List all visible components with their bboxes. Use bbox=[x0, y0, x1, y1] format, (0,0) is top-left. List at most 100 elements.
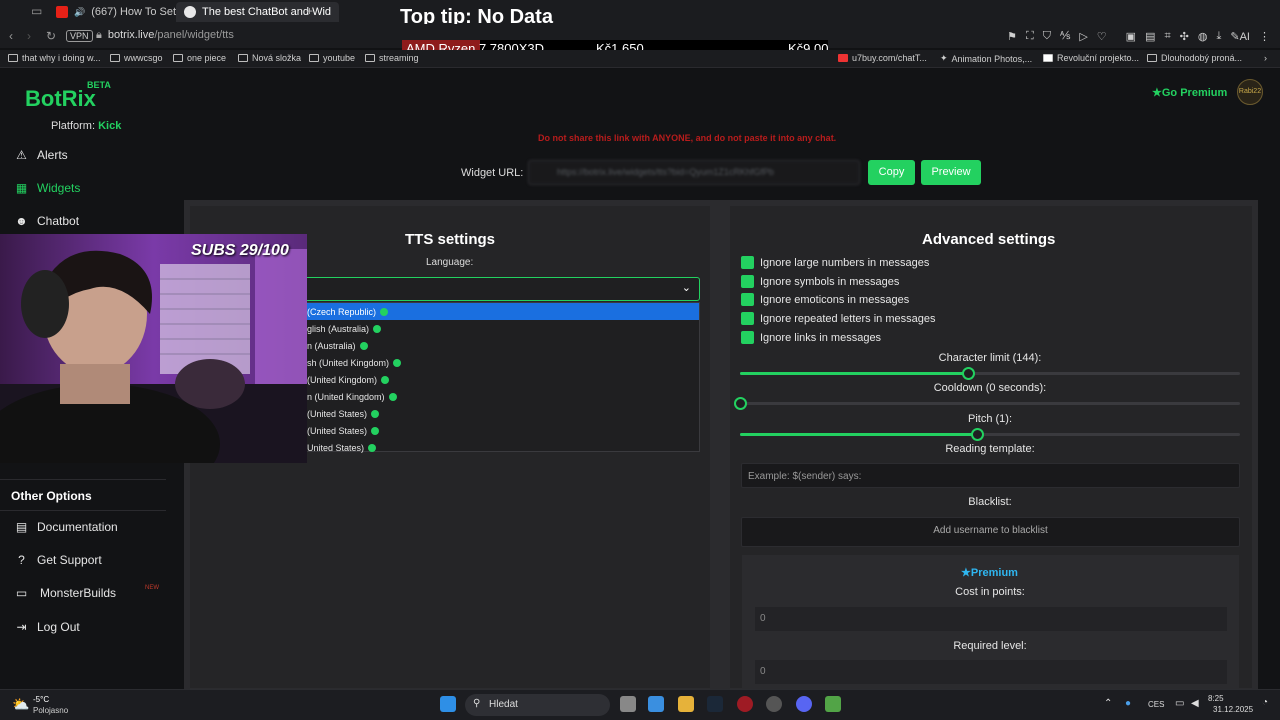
new-badge: NEW bbox=[145, 585, 159, 591]
language-option[interactable]: glish (Australia) bbox=[301, 320, 699, 337]
language-option[interactable]: n (Australia) bbox=[301, 337, 699, 354]
sidebar-item-alerts[interactable]: ⚠ Alerts bbox=[15, 148, 68, 162]
cooldown-slider[interactable] bbox=[734, 397, 1240, 410]
notification-icon[interactable]: ◔ bbox=[1262, 697, 1268, 708]
ignore-links-checkbox[interactable]: Ignore links in messages bbox=[741, 331, 881, 344]
network-icon[interactable]: ▭ bbox=[1175, 698, 1184, 709]
bookmark-item[interactable]: Nová složka bbox=[238, 53, 301, 63]
ai-icon[interactable]: ✎AI bbox=[1230, 30, 1250, 43]
language-option-label: n (Australia) bbox=[307, 340, 356, 351]
app-icon[interactable] bbox=[825, 696, 841, 712]
sidebar-item-documentation[interactable]: ▤ Documentation bbox=[15, 520, 118, 534]
sidebar-item-logout[interactable]: ⇥ Log Out bbox=[15, 620, 79, 634]
slider-thumb[interactable] bbox=[971, 428, 984, 441]
sidebar-item-monsterbuilds[interactable]: ▭ MonsterBuilds bbox=[15, 586, 116, 600]
opera-icon[interactable] bbox=[737, 696, 753, 712]
bookmark-item[interactable]: Dlouhodobý proná... bbox=[1147, 53, 1242, 63]
widget-url-field[interactable]: https://botrix.live/widgets/tts?bid=Qyum… bbox=[528, 160, 860, 185]
more-bookmarks-icon[interactable]: › bbox=[1264, 53, 1267, 63]
search-icon: ⚲ bbox=[473, 698, 481, 709]
puzzle-icon[interactable]: ✣ bbox=[1180, 30, 1189, 43]
windows-start-icon[interactable] bbox=[440, 696, 456, 712]
blacklist-input[interactable]: Add username to blacklist bbox=[741, 517, 1240, 547]
sidebar-item-widgets[interactable]: ▦ Widgets bbox=[15, 181, 81, 195]
clock-time[interactable]: 8:25 bbox=[1208, 694, 1224, 703]
vpn-badge[interactable]: VPN bbox=[66, 30, 93, 42]
bookmark-item[interactable]: that why i doing w... bbox=[8, 53, 101, 63]
clock-date[interactable]: 31.12.2025 bbox=[1213, 705, 1253, 714]
language-dropdown-list[interactable]: (Czech Republic) glish (Australia) n (Au… bbox=[300, 302, 700, 453]
webcam-overlay bbox=[0, 234, 307, 463]
go-premium-button[interactable]: ★Go Premium bbox=[1152, 86, 1227, 99]
logo[interactable]: BotRix bbox=[25, 86, 96, 112]
bookmark-item[interactable]: ✦ Animation Photos,... bbox=[940, 53, 1032, 64]
ignore-emoticons-checkbox[interactable]: Ignore emoticons in messages bbox=[741, 293, 909, 306]
reading-template-input[interactable]: Example: $(sender) says: bbox=[741, 463, 1240, 488]
folder-icon bbox=[1147, 54, 1157, 62]
task-view-icon[interactable] bbox=[620, 696, 636, 712]
bookmark-item[interactable]: Revoluční projekto... bbox=[1043, 53, 1139, 63]
reload-icon[interactable]: ↻ bbox=[46, 29, 56, 43]
bookmark-item[interactable]: streaming bbox=[365, 53, 419, 63]
language-option[interactable]: (Czech Republic) bbox=[301, 303, 699, 320]
url-field[interactable]: 🔒︎ botrix.live/panel/widget/tts bbox=[96, 29, 234, 42]
sidebar-item-chatbot[interactable]: ☻ Chatbot bbox=[15, 214, 79, 228]
weather-icon[interactable]: ⛅ bbox=[12, 696, 29, 713]
store-icon[interactable] bbox=[648, 696, 664, 712]
pitch-slider[interactable] bbox=[740, 428, 1240, 441]
preview-button[interactable]: Preview bbox=[921, 160, 981, 185]
language-option[interactable]: n (United Kingdom) bbox=[301, 388, 699, 405]
slider-thumb[interactable] bbox=[962, 367, 975, 380]
extension-icon[interactable]: ▤ bbox=[1145, 30, 1155, 43]
play-icon[interactable]: ▷ bbox=[1079, 30, 1087, 43]
heart-icon[interactable]: ♡ bbox=[1097, 30, 1107, 43]
sidebar-item-get-support[interactable]: ? Get Support bbox=[15, 553, 102, 567]
app-icon[interactable] bbox=[766, 696, 782, 712]
url-path: /panel/widget/tts bbox=[154, 29, 234, 41]
keyboard-language[interactable]: CES bbox=[1148, 700, 1164, 709]
profile-icon[interactable]: ◍ bbox=[1198, 30, 1208, 43]
chevron-up-icon[interactable]: ⌃ bbox=[1104, 698, 1112, 709]
tab-botrix[interactable]: The best ChatBot and Wid bbox=[176, 2, 340, 22]
language-option[interactable]: (United Kingdom) bbox=[301, 371, 699, 388]
forward-icon[interactable]: › bbox=[27, 29, 31, 43]
back-icon[interactable]: ‹ bbox=[9, 29, 13, 43]
cost-in-points-input[interactable]: 0 bbox=[755, 607, 1227, 631]
new-tab-button[interactable]: + bbox=[306, 4, 313, 18]
copy-button[interactable]: Copy bbox=[868, 160, 915, 185]
avatar[interactable]: Rabi22 bbox=[1237, 79, 1263, 105]
bookmark-item[interactable]: one piece bbox=[173, 53, 226, 63]
translate-icon[interactable]: ⅍ bbox=[1060, 30, 1070, 43]
ignore-large-numbers-checkbox[interactable]: Ignore large numbers in messages bbox=[741, 256, 929, 269]
menu-icon[interactable]: ⋮ bbox=[1259, 30, 1270, 43]
ignore-symbols-checkbox[interactable]: Ignore symbols in messages bbox=[741, 275, 899, 288]
premium-title-label: Premium bbox=[970, 567, 1018, 579]
language-option[interactable]: (United States) bbox=[301, 405, 699, 422]
language-option[interactable]: (United States) bbox=[301, 422, 699, 439]
microphone-icon[interactable]: ● bbox=[1125, 698, 1131, 709]
language-option[interactable]: sh (United Kingdom) bbox=[301, 354, 699, 371]
taskbar-search[interactable]: ⚲ Hledat bbox=[465, 694, 610, 716]
book-icon: ▤ bbox=[15, 520, 28, 534]
bookmark-item[interactable]: wwwcsgo bbox=[110, 53, 163, 63]
character-limit-slider[interactable] bbox=[740, 367, 1240, 380]
volume-icon[interactable]: ◀ bbox=[1191, 698, 1199, 709]
extension-icon[interactable]: ⌗ bbox=[1164, 30, 1170, 43]
discord-icon[interactable] bbox=[796, 696, 812, 712]
bookmark-item[interactable]: youtube bbox=[309, 53, 355, 63]
extension-icon[interactable]: ▣ bbox=[1126, 30, 1136, 43]
steam-icon[interactable] bbox=[707, 696, 723, 712]
screenshot-icon[interactable]: ⛶ bbox=[1026, 30, 1034, 43]
slider-thumb[interactable] bbox=[734, 397, 747, 410]
language-option[interactable]: United States) bbox=[301, 439, 699, 456]
bookmark-item[interactable]: u7buy.com/chatT... bbox=[838, 53, 927, 63]
language-select[interactable]: ⌄ bbox=[300, 277, 700, 301]
download-icon[interactable]: ⤓ bbox=[1217, 30, 1222, 43]
bookmark-icon[interactable]: ⚑ bbox=[1007, 30, 1017, 43]
shield-icon[interactable]: ⛉ bbox=[1043, 30, 1051, 43]
beta-badge: BETA bbox=[87, 80, 111, 90]
file-explorer-icon[interactable] bbox=[678, 696, 694, 712]
sidebar-toggle-icon[interactable]: ▭ bbox=[31, 4, 42, 18]
ignore-repeated-letters-checkbox[interactable]: Ignore repeated letters in messages bbox=[741, 312, 936, 325]
required-level-input[interactable]: 0 bbox=[755, 660, 1227, 684]
